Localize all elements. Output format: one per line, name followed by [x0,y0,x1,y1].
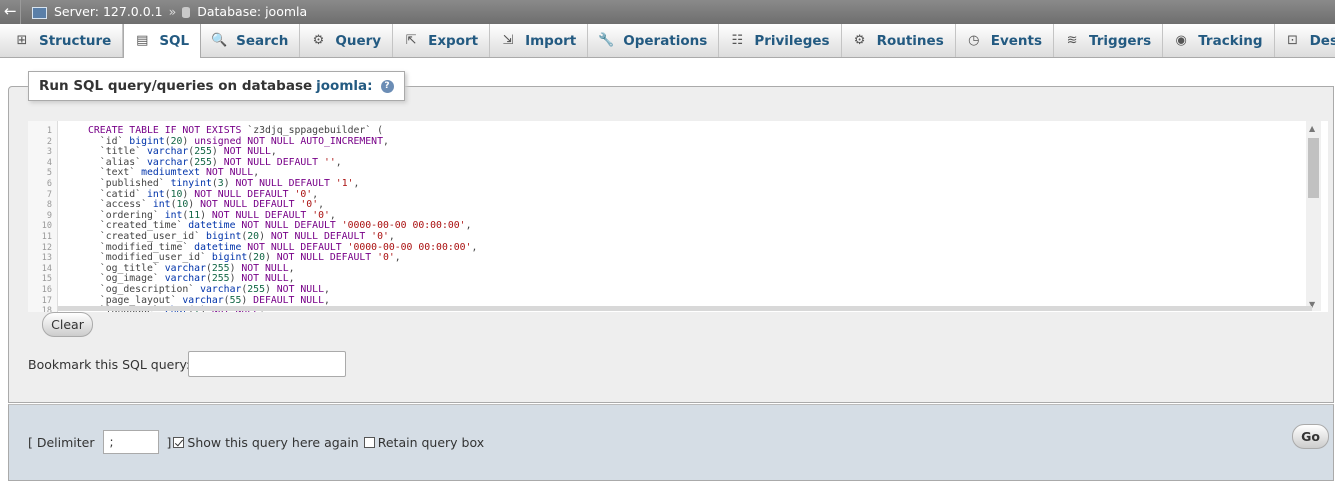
wrench-icon: 🔧 [598,32,615,48]
line-number: 12 [41,242,52,253]
line-number: 6 [46,179,52,189]
delimiter-label: [ Delimiter [28,434,95,450]
back-arrow-icon[interactable]: ← [4,2,17,20]
line-number: 3 [46,147,52,158]
line-number: 2 [46,136,52,147]
line-number-gutter: 1 2 3 4 5 6 7 8 9 10 11 12 13 14 15 16 17 18 [28,121,58,312]
editor-horizontal-scrollbar[interactable] [58,306,1312,311]
tab-label: Routines [876,32,944,49]
triggers-icon: ≋ [1066,32,1078,48]
breadcrumb-database[interactable]: Database: joomla [197,4,307,19]
clear-button[interactable]: Clear [42,312,93,337]
line-number: 14 [41,263,52,274]
search-icon: 🔍 [211,32,228,48]
line-number: 10 [41,221,52,232]
eye-icon: ◉ [1175,32,1187,48]
sql-icon: ▤ [136,33,149,48]
tab-operations[interactable]: 🔧 Operations [588,24,720,57]
privileges-icon: ☷ [731,32,744,48]
line-number: 13 [41,253,52,264]
structure-icon: ⊞ [16,32,28,48]
bookmark-input[interactable] [188,351,346,377]
tab-label: Structure [39,32,112,49]
tab-label: Operations [623,32,708,49]
query-icon: ⚙ [312,32,325,48]
delimiter-close: ] [166,434,172,450]
tab-events[interactable]: ◷ Events [956,24,1055,57]
line-number: 16 [41,285,52,295]
line-number: 9 [46,210,52,221]
editor-vertical-scrollbar[interactable]: ▲ ▼ [1306,121,1321,311]
designer-icon: ⊡ [1287,32,1299,48]
export-icon: ⇱ [405,32,417,48]
tab-label: Query [335,32,382,49]
line-number: 18 [41,306,52,312]
tab-label: Search [236,32,289,49]
tab-routines[interactable]: ⚙ Routines [842,24,956,57]
tab-privileges[interactable]: ☷ Privileges [719,24,842,57]
delimiter-input[interactable] [102,430,159,454]
tab-label: Export [428,32,479,49]
tab-search[interactable]: 🔍 Search [201,24,301,57]
tab-export[interactable]: ⇱ Export [393,24,491,57]
show-query-checkbox[interactable] [173,436,185,448]
tab-tracking[interactable]: ◉ Tracking [1163,24,1275,57]
tab-label: Import [525,32,577,49]
top-navigation-bar: ← Server: 127.0.0.1 » Database: joomla [0,0,1335,24]
line-number: 4 [46,157,52,168]
tab-query[interactable]: ⚙ Query [300,24,394,57]
tab-structure[interactable]: ⊞ Structure [4,24,124,57]
tab-label: Events [990,32,1043,49]
retain-query-checkbox[interactable] [363,436,375,448]
breadcrumb-server[interactable]: Server: 127.0.0.1 [54,4,163,19]
tab-label: Triggers [1089,32,1152,49]
topbar-divider [20,0,21,24]
line-number: 15 [41,274,52,285]
query-options-row: [ Delimiter ] Show this query here again… [28,430,484,454]
help-icon[interactable]: ? [380,79,394,93]
tab-bar: ⊞ Structure ▤ SQL 🔍 Search ⚙ Query ⇱ Export ⇲ Impor… [0,24,1335,58]
scrollbar-thumb[interactable] [1308,138,1319,198]
routines-icon: ⚙ [853,32,866,48]
tab-label: SQL [159,33,190,49]
show-query-label[interactable]: Show this query here again [187,435,358,450]
line-number: 8 [46,200,52,211]
panel-legend: Run SQL query/queries on database joomla… [28,71,405,101]
clock-icon: ◷ [968,32,980,48]
breadcrumb-separator: » [168,4,177,19]
import-icon: ⇲ [502,32,514,48]
tab-label: Privileges [754,32,830,49]
retain-query-label[interactable]: Retain query box [378,435,484,450]
line-number: 11 [41,232,52,242]
line-number: 5 [46,168,52,179]
legend-text: Run SQL query/queries on database [39,78,313,94]
tab-sql[interactable]: ▤ SQL [123,24,202,58]
tab-import[interactable]: ⇲ Import [490,24,589,57]
tab-triggers[interactable]: ≋ Triggers [1054,24,1164,57]
tab-designer[interactable]: ⊡ Designer [1275,24,1335,57]
sql-code-editor[interactable]: 1 2 3 4 5 6 7 8 9 10 11 12 13 14 15 16 17 18 CREATE TABLE… [28,121,1328,312]
bookmark-label: Bookmark this SQL query: [28,357,191,372]
server-icon [32,6,47,19]
tab-label: Designer [1309,32,1335,49]
line-number: 17 [41,295,52,306]
scroll-up-icon[interactable]: ▲ [1309,124,1315,133]
line-number: 1 [46,126,52,136]
legend-database-link[interactable]: joomla: [316,78,372,94]
database-icon [182,7,191,18]
tab-label: Tracking [1198,32,1263,49]
go-button[interactable]: Go [1292,424,1329,449]
line-number: 7 [46,189,52,200]
breadcrumb: Server: 127.0.0.1 » Database: joomla [32,4,307,19]
